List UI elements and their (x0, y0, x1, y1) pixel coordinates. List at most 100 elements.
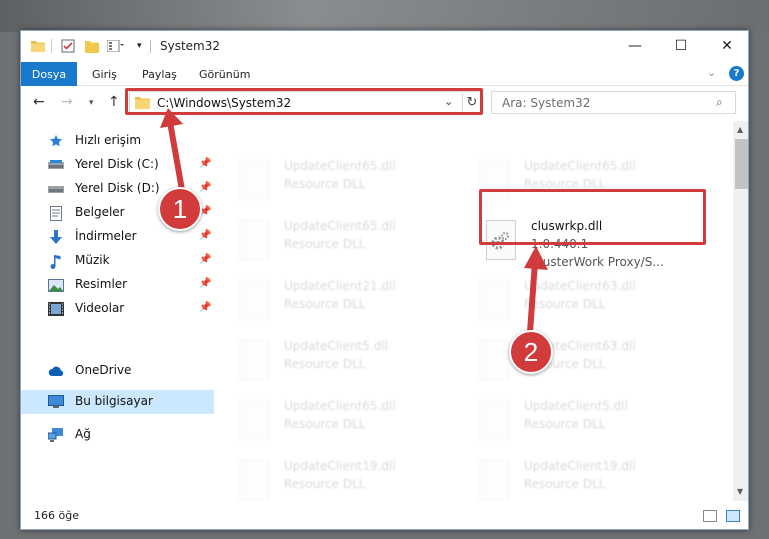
file-type: Resource DLL (284, 477, 366, 491)
sidebar-item-label: Belgeler (75, 205, 125, 219)
step-marker-2: 2 (509, 330, 553, 374)
file-type: Resource DLL (524, 477, 606, 491)
search-input[interactable]: Ara: System32 (502, 96, 590, 110)
ribbon-tabs: Dosya Giriş Paylaş Görünüm ⌄ ? (21, 62, 748, 86)
download-icon (48, 229, 64, 245)
file-item[interactable]: UpdateClient5.dll Resource DLL (234, 337, 464, 393)
quick-access-dropdown-icon[interactable]: ▾ (137, 38, 142, 54)
status-bar: 166 öğe (21, 502, 748, 529)
dll-file-icon (239, 220, 269, 260)
file-item[interactable]: UpdateClient63.dll Resource DLL (474, 337, 704, 393)
quick-access-separator (51, 39, 52, 53)
properties-icon[interactable] (61, 38, 75, 54)
pin-icon[interactable]: 📌 (199, 158, 211, 169)
tab-view[interactable]: Görünüm (199, 62, 250, 86)
file-name: UpdateClient19.dll (524, 459, 636, 473)
dll-file-icon (239, 340, 269, 380)
vertical-scrollbar[interactable]: ▲ ▼ (733, 121, 748, 501)
item-count: 166 öğe (34, 509, 79, 522)
tab-file[interactable]: Dosya (21, 62, 77, 86)
file-item[interactable]: UpdateClient65.dll Resource DLL (234, 217, 464, 273)
title-separator (150, 40, 151, 53)
up-icon[interactable]: ↑ (108, 94, 120, 110)
file-highlight-box (479, 189, 706, 245)
dll-file-icon (479, 280, 509, 320)
star-icon (48, 133, 64, 149)
drive-icon (48, 181, 64, 197)
sidebar-item-local-disk-c[interactable]: Yerel Disk (C:) 📌 (21, 153, 214, 177)
expand-ribbon-icon[interactable]: ⌄ (707, 66, 716, 79)
dll-file-icon (239, 160, 269, 200)
sidebar-item-label: Videolar (75, 301, 125, 315)
sidebar-item-label: Ağ (75, 427, 91, 441)
computer-icon (48, 394, 64, 410)
documents-icon (48, 205, 64, 221)
file-item[interactable]: UpdateClient63.dll Resource DLL (474, 277, 704, 333)
sidebar-item-music[interactable]: Müzik 📌 (21, 249, 214, 273)
sidebar-item-label: OneDrive (75, 363, 132, 377)
file-name: UpdateClient65.dll (284, 399, 396, 413)
navigation-pane: Hızlı erişim Yerel Disk (C:) 📌 Yerel Dis… (21, 121, 214, 501)
tiles-view-icon[interactable] (726, 510, 740, 522)
scroll-down-icon[interactable]: ▼ (737, 487, 743, 496)
file-item[interactable]: UpdateClient21.dll Resource DLL (234, 277, 464, 333)
customize-view-icon[interactable] (107, 38, 125, 54)
file-list: UpdateClient65.dll Resource DLL UpdateCl… (214, 121, 731, 501)
sidebar-item-network[interactable]: Ağ (21, 423, 214, 447)
tab-home[interactable]: Giriş (92, 62, 117, 86)
file-type: Resource DLL (284, 177, 366, 191)
minimize-button[interactable]: — (612, 31, 658, 61)
file-name: UpdateClient5.dll (284, 339, 388, 353)
file-item[interactable]: UpdateClient19.dll Resource DLL (234, 457, 464, 501)
file-type: Resource DLL (284, 417, 366, 431)
search-icon[interactable]: ⌕ (716, 95, 723, 110)
pin-icon[interactable]: 📌 (199, 182, 211, 193)
sidebar-item-onedrive[interactable]: OneDrive (21, 359, 214, 383)
help-icon[interactable]: ? (729, 66, 744, 81)
sidebar-item-pictures[interactable]: Resimler 📌 (21, 273, 214, 297)
scrollbar-thumb[interactable] (735, 139, 748, 189)
network-icon (48, 427, 64, 443)
title-bar: ▾ System32 — ☐ ✕ (21, 31, 748, 62)
desktop-background (0, 0, 769, 32)
videos-icon (48, 301, 64, 317)
new-folder-icon[interactable] (85, 38, 99, 54)
sidebar-item-label: İndirmeler (75, 229, 137, 243)
explorer-window: ▾ System32 — ☐ ✕ Dosya Giriş Paylaş Görü… (20, 30, 749, 530)
recent-locations-icon[interactable]: ▾ (89, 98, 94, 108)
dll-file-icon (239, 400, 269, 440)
close-button[interactable]: ✕ (704, 31, 748, 61)
maximize-button[interactable]: ☐ (658, 31, 704, 61)
pin-icon[interactable]: 📌 (199, 230, 211, 241)
file-type: Resource DLL (284, 237, 366, 251)
sidebar-item-this-pc[interactable]: Bu bilgisayar (21, 390, 214, 414)
file-type: Resource DLL (524, 417, 606, 431)
dll-file-icon (239, 280, 269, 320)
dll-file-icon (479, 400, 509, 440)
file-item[interactable]: UpdateClient65.dll Resource DLL (234, 397, 464, 453)
back-icon[interactable]: ← (33, 94, 45, 110)
pin-icon[interactable]: 📌 (199, 254, 211, 265)
sidebar-item-videos[interactable]: Videolar 📌 (21, 297, 214, 321)
file-type: Resource DLL (284, 297, 366, 311)
window-title: System32 (160, 39, 221, 53)
drive-icon (48, 157, 64, 173)
cloud-icon (48, 363, 64, 379)
sidebar-item-label: Hızlı erişim (75, 133, 142, 147)
sidebar-item-quick-access[interactable]: Hızlı erişim (21, 129, 214, 153)
pictures-icon (48, 277, 64, 293)
file-description: ClusterWork Proxy/S... (531, 255, 664, 269)
file-type: Resource DLL (524, 297, 606, 311)
details-view-icon[interactable] (703, 510, 717, 522)
file-item[interactable]: UpdateClient65.dll Resource DLL (234, 157, 464, 213)
folder-icon[interactable] (31, 38, 45, 54)
pin-icon[interactable]: 📌 (199, 278, 211, 289)
file-item[interactable]: UpdateClient19.dll Resource DLL (474, 457, 704, 501)
search-box[interactable]: Ara: System32 ⌕ (491, 91, 736, 114)
sidebar-item-label: Bu bilgisayar (75, 394, 153, 408)
scroll-up-icon[interactable]: ▲ (737, 125, 743, 134)
forward-icon[interactable]: → (61, 94, 73, 110)
tab-share[interactable]: Paylaş (142, 62, 177, 86)
pin-icon[interactable]: 📌 (199, 302, 211, 313)
file-item[interactable]: UpdateClient5.dll Resource DLL (474, 397, 704, 453)
